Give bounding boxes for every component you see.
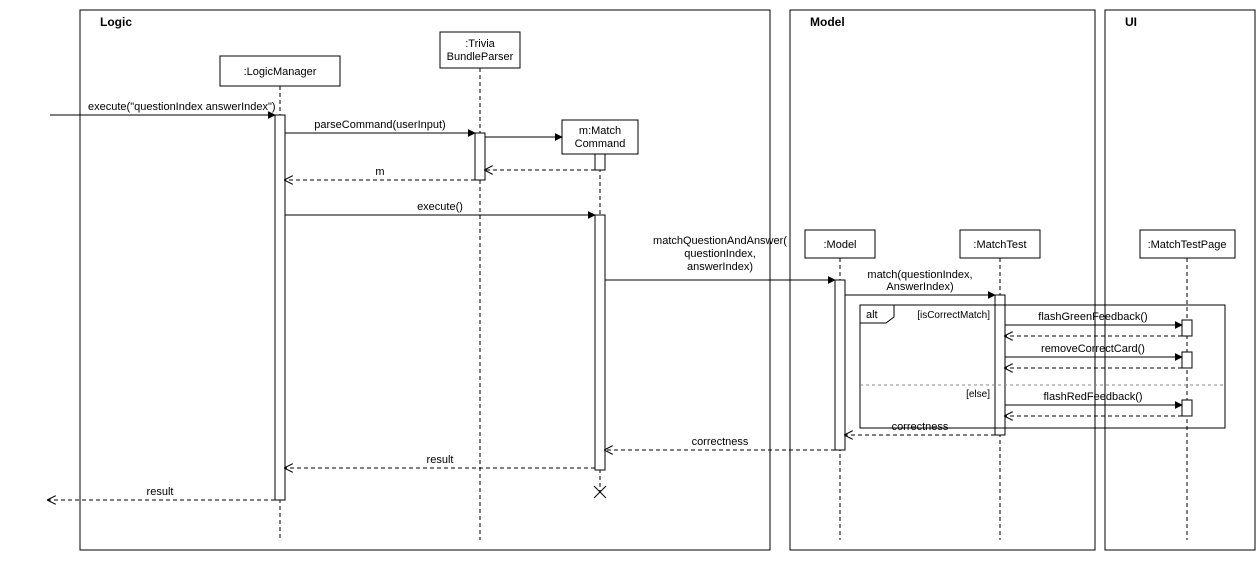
svg-text:removeCorrectCard(): removeCorrectCard() — [1041, 343, 1145, 355]
msg-match-qa: matchQuestionAndAnswer( questionIndex, a… — [0, 0, 835, 280]
svg-text:result: result — [147, 486, 174, 498]
svg-text:alt: alt — [866, 309, 878, 321]
svg-text:Model: Model — [810, 15, 845, 29]
msg-correctness-2: correctness — [605, 436, 835, 450]
svg-text:m: m — [375, 166, 384, 178]
svg-text:questionIndex,: questionIndex, — [684, 248, 756, 260]
msg-result-up: result — [285, 454, 595, 468]
activation-ui-2 — [1182, 352, 1192, 368]
activation-trivia-parser — [475, 133, 485, 180]
msg-remove-card: removeCorrectCard() — [1005, 343, 1182, 357]
svg-text::Model: :Model — [823, 239, 856, 251]
activation-match-test — [995, 295, 1005, 435]
svg-text:Command: Command — [575, 138, 626, 150]
svg-text:execute("questionIndex answerI: execute("questionIndex answerIndex") — [88, 101, 276, 113]
svg-text:flashGreenFeedback(): flashGreenFeedback() — [1038, 311, 1147, 323]
msg-flash-red: flashRedFeedback() — [1005, 391, 1182, 405]
activation-match-command-main — [595, 215, 605, 470]
svg-text:[isCorrectMatch]: [isCorrectMatch] — [917, 310, 990, 321]
svg-text:execute(): execute() — [417, 201, 463, 213]
msg-flash-green: flashGreenFeedback() — [1005, 311, 1182, 325]
svg-text:AnswerIndex): AnswerIndex) — [886, 281, 953, 293]
svg-text:correctness: correctness — [692, 436, 749, 448]
svg-text:BundleParser: BundleParser — [447, 51, 514, 63]
msg-parse-command: parseCommand(userInput) — [285, 119, 475, 133]
activation-match-command-create — [595, 154, 605, 170]
msg-execute-call: execute() — [285, 201, 595, 215]
msg-execute-in: execute("questionIndex answerIndex") — [50, 101, 276, 115]
msg-result-out: result — [48, 486, 275, 500]
svg-text:match(questionIndex,: match(questionIndex, — [867, 269, 972, 281]
svg-text:UI: UI — [1125, 15, 1137, 29]
svg-text:correctness: correctness — [892, 421, 949, 433]
frame-ui: UI — [1105, 10, 1255, 550]
svg-text:matchQuestionAndAnswer(: matchQuestionAndAnswer( — [653, 235, 787, 247]
svg-text:m:Match: m:Match — [579, 125, 621, 137]
svg-text::LogicManager: :LogicManager — [244, 66, 317, 78]
activation-logic-manager — [275, 115, 285, 500]
svg-text:flashRedFeedback(): flashRedFeedback() — [1043, 391, 1142, 403]
svg-text:result: result — [427, 454, 454, 466]
activation-ui-1 — [1182, 320, 1192, 336]
sequence-diagram: Logic Model UI :LogicManager :Trivia Bun… — [0, 0, 1260, 561]
activation-model — [835, 280, 845, 450]
msg-return-m: m — [285, 166, 475, 180]
svg-text::MatchTestPage: :MatchTestPage — [1148, 239, 1227, 251]
svg-text::MatchTest: :MatchTest — [973, 239, 1026, 251]
svg-text:answerIndex): answerIndex) — [687, 261, 753, 273]
svg-text::Trivia: :Trivia — [465, 38, 495, 50]
svg-text:parseCommand(userInput): parseCommand(userInput) — [314, 119, 445, 131]
activation-ui-3 — [1182, 400, 1192, 416]
svg-text:[else]: [else] — [966, 389, 990, 400]
alt-frame: alt [isCorrectMatch] [else] — [860, 305, 1225, 428]
svg-text:Logic: Logic — [100, 15, 132, 29]
